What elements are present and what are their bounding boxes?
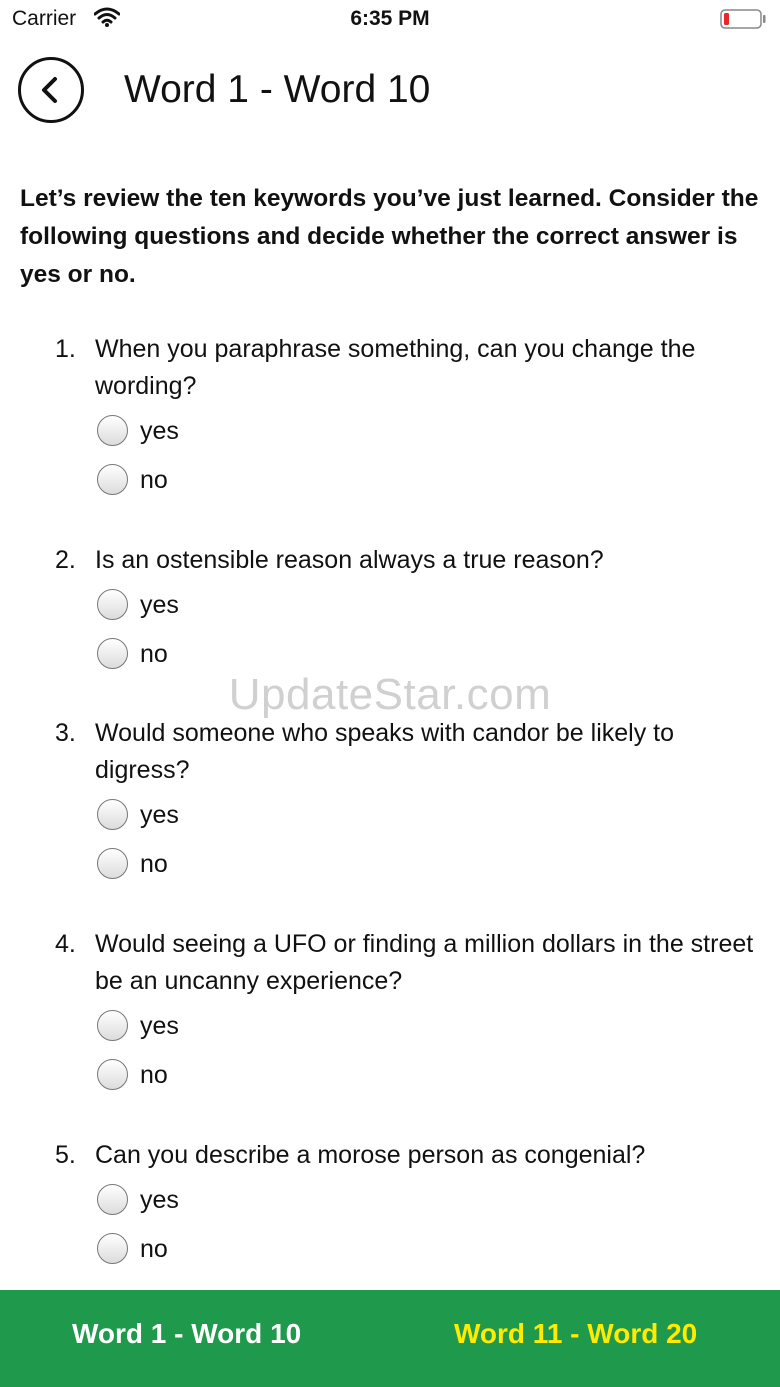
question-number: 5. (55, 1141, 76, 1169)
back-button[interactable] (18, 57, 84, 123)
status-time: 6:35 PM (350, 7, 430, 30)
question-text: Would someone who speaks with candor be … (95, 719, 675, 784)
option-label: yes (140, 1186, 179, 1214)
option-label: yes (140, 801, 179, 829)
question-text: Can you describe a morose person as cong… (95, 1141, 646, 1169)
question-number: 1. (55, 335, 76, 363)
option-yes[interactable]: yes (97, 797, 217, 833)
option-no[interactable]: no (97, 1231, 217, 1267)
radio-button[interactable] (97, 638, 128, 669)
radio-button[interactable] (97, 1233, 128, 1264)
radio-button[interactable] (97, 464, 128, 495)
radio-button[interactable] (97, 1059, 128, 1090)
tab-word-11-20[interactable]: Word 11 - Word 20 (454, 1318, 697, 1350)
option-label: no (140, 1061, 168, 1089)
radio-button[interactable] (97, 848, 128, 879)
question-text: Would seeing a UFO or finding a million … (95, 930, 754, 995)
nav-header: Word 1 - Word 10 (0, 52, 780, 132)
tab-word-1-10[interactable]: Word 1 - Word 10 (72, 1318, 301, 1350)
question-number: 4. (55, 930, 76, 958)
radio-button[interactable] (97, 415, 128, 446)
radio-button[interactable] (97, 589, 128, 620)
option-no[interactable]: no (97, 462, 217, 498)
option-no[interactable]: no (97, 636, 217, 672)
option-label: yes (140, 1012, 179, 1040)
watermark: UpdateStar.com (228, 670, 552, 719)
question-number: 3. (55, 719, 76, 747)
question-text: Is an ostensible reason always a true re… (95, 546, 604, 574)
instructions-text: Let’s review the ten keywords you’ve jus… (20, 185, 759, 288)
radio-button[interactable] (97, 1010, 128, 1041)
option-label: yes (140, 591, 179, 619)
option-label: no (140, 640, 168, 668)
radio-button[interactable] (97, 799, 128, 830)
option-yes[interactable]: yes (97, 413, 217, 449)
option-yes[interactable]: yes (97, 1182, 217, 1218)
option-yes[interactable]: yes (97, 1008, 217, 1044)
question-text: When you paraphrase something, can you c… (95, 335, 696, 400)
radio-button[interactable] (97, 1184, 128, 1215)
status-bar: Carrier 6:35 PM (0, 0, 780, 40)
page-title: Word 1 - Word 10 (124, 68, 431, 111)
option-no[interactable]: no (97, 1057, 217, 1093)
option-yes[interactable]: yes (97, 587, 217, 623)
battery-icon (720, 9, 766, 29)
chevron-left-icon (42, 77, 57, 103)
option-label: yes (140, 417, 179, 445)
option-label: no (140, 850, 168, 878)
option-label: no (140, 466, 168, 494)
bottom-nav-bar: Word 1 - Word 10 Word 11 - Word 20 (0, 1290, 780, 1387)
question-number: 2. (55, 546, 76, 574)
option-no[interactable]: no (97, 846, 217, 882)
option-label: no (140, 1235, 168, 1263)
